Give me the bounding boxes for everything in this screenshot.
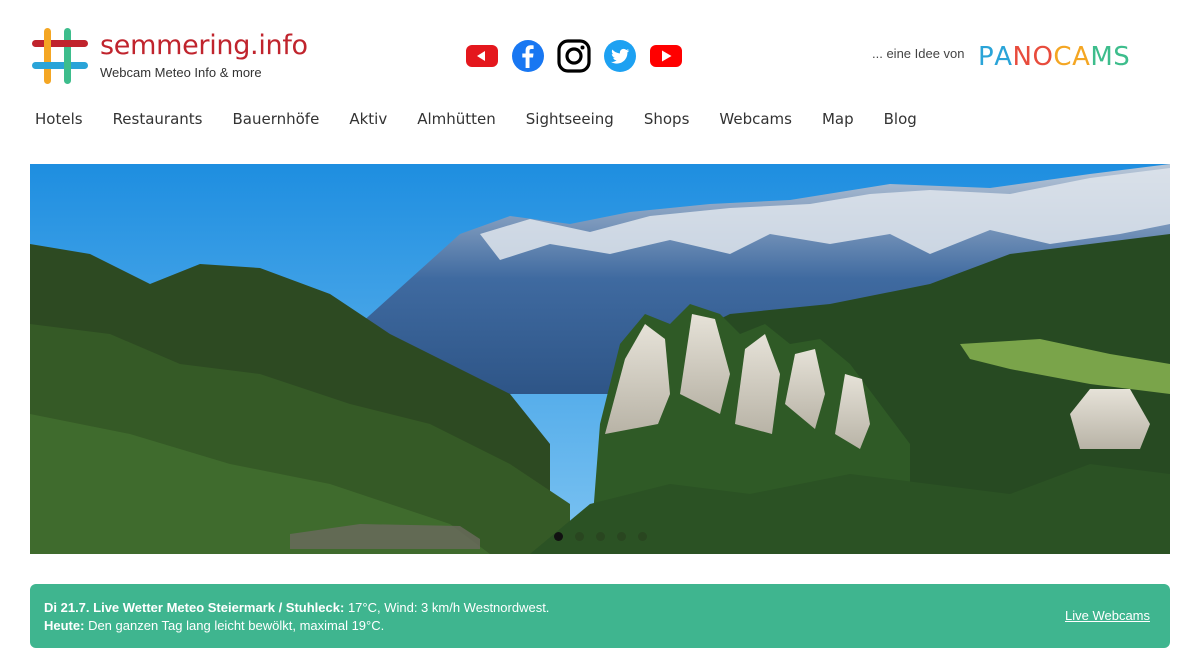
twitter-icon bbox=[604, 40, 636, 72]
site-subtitle: Webcam Meteo Info & more bbox=[100, 65, 262, 80]
panocams-letter: P bbox=[978, 42, 995, 72]
panocams-letter: A bbox=[1072, 42, 1091, 72]
youtube-alt-icon bbox=[466, 45, 498, 67]
mountain-landscape-image bbox=[30, 164, 1170, 554]
nav-item-blog[interactable]: Blog bbox=[884, 110, 917, 132]
partner-prefix: ... eine Idee von bbox=[872, 46, 965, 61]
nav-item-bauernhöfe[interactable]: Bauernhöfe bbox=[233, 110, 320, 132]
slider-dots bbox=[554, 532, 647, 541]
weather-current-values: 17°C, Wind: 3 km/h Westnordwest. bbox=[344, 600, 550, 615]
slider-dot[interactable] bbox=[617, 532, 626, 541]
instagram-icon bbox=[557, 39, 591, 73]
facebook-link[interactable] bbox=[510, 38, 546, 74]
site-title: semmering.info bbox=[100, 30, 308, 61]
nav-item-almhütten[interactable]: Almhütten bbox=[417, 110, 496, 132]
slider-dot[interactable] bbox=[575, 532, 584, 541]
live-webcams-link[interactable]: Live Webcams bbox=[1065, 608, 1150, 623]
youtube-alt-link[interactable] bbox=[464, 38, 500, 74]
social-links bbox=[464, 38, 684, 74]
youtube-icon bbox=[650, 45, 682, 67]
weather-banner: Di 21.7. Live Wetter Meteo Steiermark / … bbox=[30, 584, 1170, 648]
panocams-letter: C bbox=[1053, 42, 1073, 72]
weather-forecast: Heute: Den ganzen Tag lang leicht bewölk… bbox=[44, 618, 384, 633]
panocams-letter: O bbox=[1032, 42, 1054, 72]
panocams-letter: S bbox=[1113, 42, 1131, 72]
nav-item-restaurants[interactable]: Restaurants bbox=[113, 110, 203, 132]
nav-item-shops[interactable]: Shops bbox=[644, 110, 690, 132]
facebook-icon bbox=[512, 40, 544, 72]
slider-dot[interactable] bbox=[596, 532, 605, 541]
nav-item-hotels[interactable]: Hotels bbox=[35, 110, 83, 132]
nav-item-map[interactable]: Map bbox=[822, 110, 854, 132]
site-logo[interactable]: semmering.info Webcam Meteo Info & more bbox=[30, 26, 310, 86]
hash-logo-icon bbox=[32, 28, 88, 84]
hero-slider[interactable] bbox=[30, 164, 1170, 554]
slider-dot[interactable] bbox=[554, 532, 563, 541]
youtube-link[interactable] bbox=[648, 38, 684, 74]
panocams-letter: A bbox=[994, 42, 1013, 72]
panocams-logo[interactable]: PANOCAMS bbox=[978, 42, 1130, 72]
nav-item-aktiv[interactable]: Aktiv bbox=[349, 110, 387, 132]
nav-item-webcams[interactable]: Webcams bbox=[719, 110, 792, 132]
weather-date-location: Di 21.7. Live Wetter Meteo Steiermark / … bbox=[44, 600, 345, 615]
twitter-link[interactable] bbox=[602, 38, 638, 74]
nav-item-sightseeing[interactable]: Sightseeing bbox=[526, 110, 614, 132]
weather-today-text: Den ganzen Tag lang leicht bewölkt, maxi… bbox=[84, 618, 385, 633]
panocams-letter: N bbox=[1012, 42, 1033, 72]
weather-current: Di 21.7. Live Wetter Meteo Steiermark / … bbox=[44, 600, 549, 615]
slider-dot[interactable] bbox=[638, 532, 647, 541]
instagram-link[interactable] bbox=[556, 38, 592, 74]
main-nav: Hotels Restaurants Bauernhöfe Aktiv Almhütte… bbox=[35, 110, 947, 132]
weather-today-label: Heute: bbox=[44, 618, 85, 633]
panocams-letter: M bbox=[1090, 42, 1114, 72]
